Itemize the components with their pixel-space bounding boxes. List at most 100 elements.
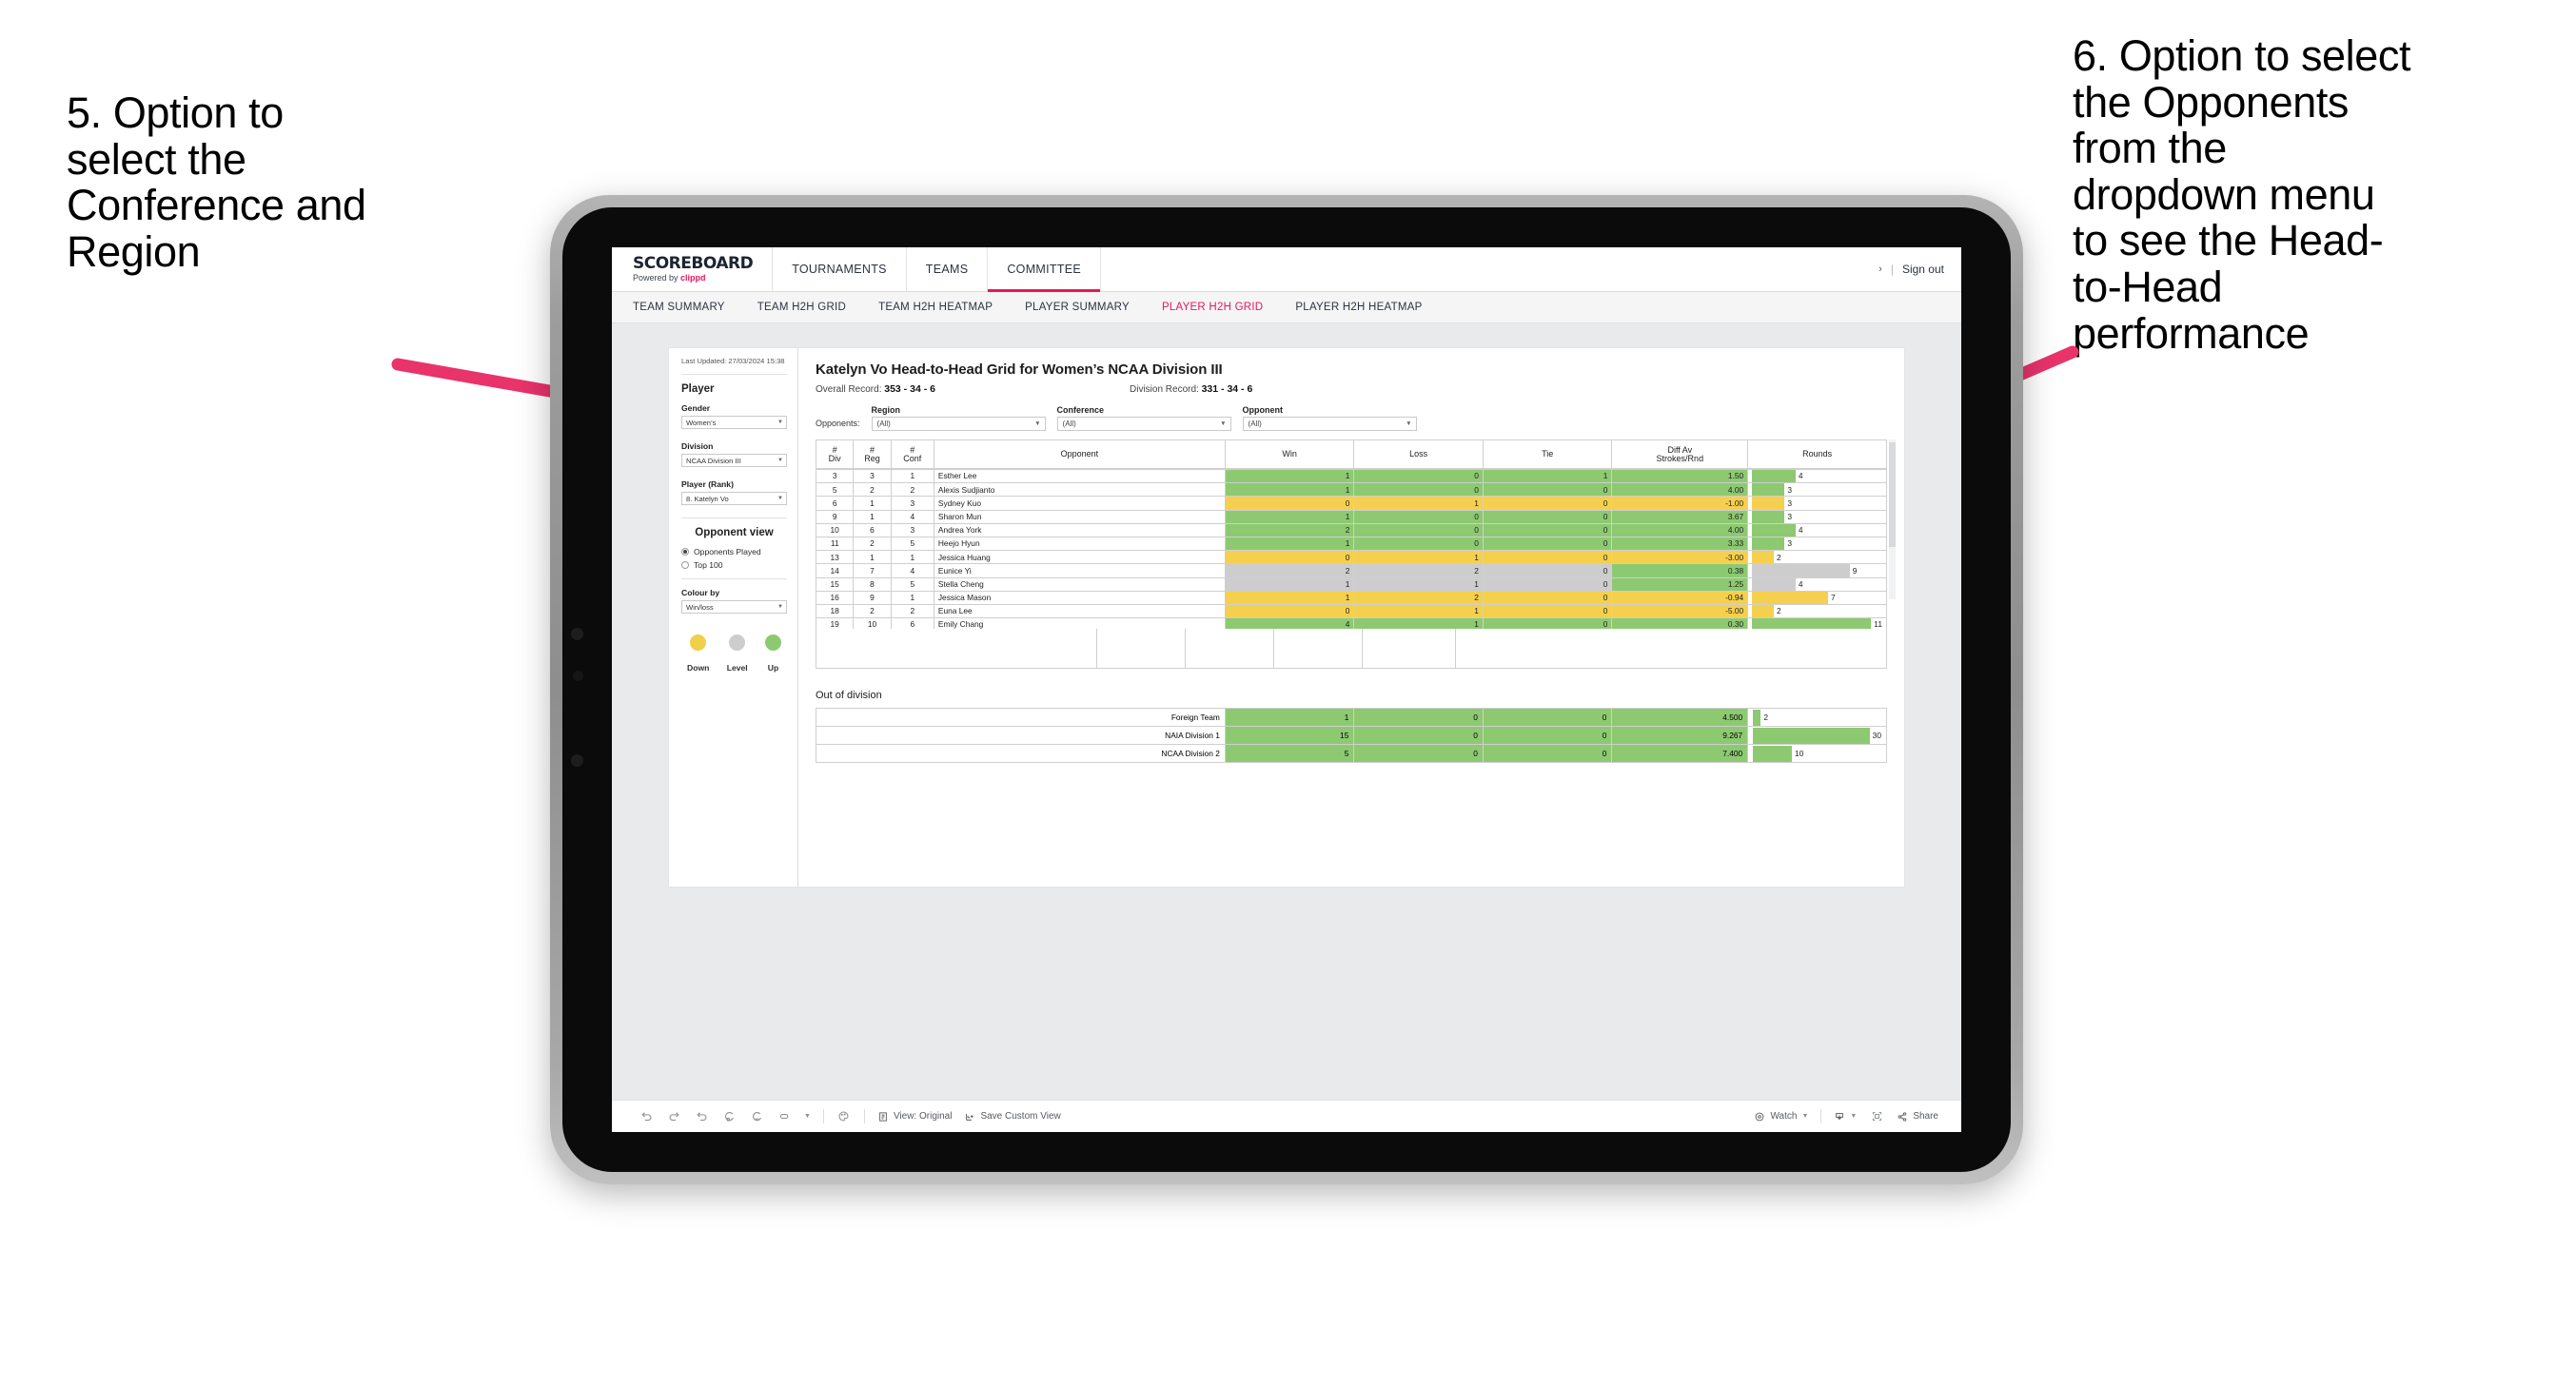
table-cell: 3: [890, 522, 934, 537]
table-cell: 4: [1224, 617, 1355, 629]
subnav-item-team-h2h-heatmap[interactable]: TEAM H2H HEATMAP: [878, 302, 993, 313]
out-of-division-cell: 9.267: [1611, 726, 1749, 745]
subnav-item-player-h2h-heatmap[interactable]: PLAYER H2H HEATMAP: [1295, 302, 1422, 313]
table-row[interactable]: 9 1 4 Sharon Mun 1 0 0 3.67 3: [816, 509, 1887, 524]
undo-icon[interactable]: [639, 1109, 654, 1124]
subnav-item-team-h2h-grid[interactable]: TEAM H2H GRID: [757, 302, 846, 313]
table-cell: 1: [1353, 496, 1484, 511]
top-navigation: SCOREBOARD Powered by clippd TOURNAMENTS…: [612, 247, 1961, 292]
tablet-camera-2: [571, 754, 583, 767]
table-header-cell[interactable]: # Reg: [853, 439, 892, 469]
subnav-item-player-summary[interactable]: PLAYER SUMMARY: [1025, 302, 1130, 313]
table-cell: Sydney Kuo: [933, 496, 1226, 511]
table-cell: 0: [1224, 496, 1355, 511]
table-cell: 1: [1224, 576, 1355, 592]
legend-down: Down: [687, 634, 709, 673]
table-cell: 0: [1353, 509, 1484, 524]
table-row[interactable]: 3 3 1 Esther Lee 1 0 1 1.50 4: [816, 469, 1887, 484]
gender-select[interactable]: Women’s ▼: [681, 416, 787, 430]
radio-top-100[interactable]: Top 100: [681, 560, 787, 570]
topnav-item-teams[interactable]: TEAMS: [907, 247, 989, 291]
pause-icon[interactable]: [749, 1109, 764, 1124]
out-of-division-row[interactable]: NCAA Division 2 5 0 0 7.400 10: [816, 744, 1887, 763]
table-row[interactable]: 14 7 4 Eunice Yi 2 2 0 0.38 9: [816, 563, 1887, 578]
subnav-item-player-h2h-grid[interactable]: PLAYER H2H GRID: [1162, 302, 1263, 313]
table-body-scroll-area[interactable]: 3 3 1 Esther Lee 1 0 1 1.50 4 5 2 2 Alexis Sudjianto…: [816, 469, 1887, 629]
page-title: Katelyn Vo Head-to-Head Grid for Women’s…: [816, 361, 1223, 378]
division-select[interactable]: NCAA Division III ▼: [681, 454, 787, 468]
chevron-down-icon[interactable]: ▼: [804, 1113, 811, 1120]
subnav-item-team-summary[interactable]: TEAM SUMMARY: [633, 302, 725, 313]
table-cell: 3: [816, 469, 855, 484]
table-cell: 0: [1482, 536, 1613, 552]
out-of-division-row[interactable]: NAIA Division 1 15 0 0 9.267 30: [816, 726, 1887, 745]
revert-icon[interactable]: [694, 1109, 709, 1124]
out-of-division-rounds-bar: 10: [1747, 744, 1887, 763]
table-cell: 1: [853, 496, 892, 511]
table-header-cell[interactable]: Win: [1224, 439, 1355, 469]
table-row[interactable]: 16 9 1 Jessica Mason 1 2 0 -0.94 7: [816, 590, 1887, 605]
palette-icon[interactable]: [836, 1109, 852, 1124]
table-row[interactable]: 18 2 2 Euna Lee 0 1 0 -5.00 2: [816, 603, 1887, 619]
filter-region-select[interactable]: (All) ▼: [871, 417, 1046, 431]
radio-opponents-played[interactable]: Opponents Played: [681, 547, 787, 556]
share-button[interactable]: Share: [1897, 1111, 1938, 1122]
chevron-right-icon[interactable]: ›: [1878, 264, 1882, 275]
table-cell: 2: [890, 482, 934, 498]
visualization-canvas: Last Updated: 27/03/2024 15:38 Player Ge…: [669, 348, 1904, 887]
out-of-division-title: Out of division: [816, 690, 882, 701]
shape-icon[interactable]: [777, 1109, 792, 1124]
table-header-cell[interactable]: Rounds: [1747, 439, 1887, 469]
table-cell: Jessica Huang: [933, 550, 1226, 565]
table-header-cell[interactable]: Diff Av Strokes/Rnd: [1611, 439, 1749, 469]
table-row[interactable]: 5 2 2 Alexis Sudjianto 1 0 0 4.00 3: [816, 482, 1887, 498]
table-header-cell[interactable]: Tie: [1482, 439, 1613, 469]
topnav-spacer: [1101, 247, 1878, 291]
sign-out-link[interactable]: Sign out: [1902, 263, 1944, 276]
table-cell: 2: [853, 603, 892, 619]
out-of-division-cell: 7.400: [1611, 744, 1749, 763]
out-of-division-cell: 4.500: [1611, 708, 1749, 727]
table-row[interactable]: 19 10 6 Emily Chang 4 1 0 0.30 11: [816, 617, 1887, 629]
table-cell: 6: [853, 522, 892, 537]
out-of-division-row[interactable]: Foreign Team 1 0 0 4.500 2: [816, 708, 1887, 727]
brand-powered-prefix: Powered by: [633, 273, 681, 283]
view-original-button[interactable]: View: Original: [877, 1111, 952, 1122]
fullscreen-icon[interactable]: [1869, 1109, 1884, 1124]
divider: [681, 578, 787, 580]
player-rank-select[interactable]: 8. Katelyn Vo ▼: [681, 492, 787, 506]
rounds-bar-cell: 3: [1747, 536, 1887, 552]
table-scrollbar-thumb[interactable]: [1889, 442, 1896, 547]
chevron-down-icon: ▼: [777, 420, 783, 426]
table-row[interactable]: 10 6 3 Andrea York 2 0 0 4.00 4: [816, 522, 1887, 537]
topnav-item-committee[interactable]: COMMITTEE: [988, 247, 1102, 292]
table-row[interactable]: 6 1 3 Sydney Kuo 0 1 0 -1.00 3: [816, 496, 1887, 511]
table-cell: 16: [816, 590, 855, 605]
table-header-cell[interactable]: # Div: [815, 439, 855, 469]
out-of-division-body: Foreign Team 1 0 0 4.500 2 NAIA Division 1 15 0 0…: [816, 708, 1887, 763]
watch-button[interactable]: Watch ▼: [1754, 1111, 1808, 1122]
save-custom-view-button[interactable]: Save Custom View: [964, 1111, 1061, 1122]
brand-logo[interactable]: SCOREBOARD Powered by clippd: [612, 247, 774, 291]
download-button[interactable]: ▼: [1834, 1111, 1857, 1122]
table-row[interactable]: 15 8 5 Stella Cheng 1 1 0 1.25 4: [816, 576, 1887, 592]
table-header-cell[interactable]: Opponent: [933, 439, 1226, 469]
out-of-division-cell: 0: [1353, 744, 1484, 763]
table-header-cell[interactable]: # Conf: [890, 439, 934, 469]
radio-unselected-icon: [681, 561, 689, 570]
table-cell: 0: [1482, 550, 1613, 565]
table-header-cell[interactable]: Loss: [1353, 439, 1484, 469]
table-row[interactable]: 13 1 1 Jessica Huang 0 1 0 -3.00 2: [816, 550, 1887, 565]
redo-icon[interactable]: [666, 1109, 681, 1124]
refresh-icon[interactable]: [721, 1109, 737, 1124]
colour-by-select[interactable]: Win/loss ▼: [681, 600, 787, 615]
chevron-down-icon: ▼: [1220, 420, 1227, 427]
table-row[interactable]: 11 2 5 Heejo Hyun 1 0 0 3.33 3: [816, 536, 1887, 552]
filter-opponent-select[interactable]: (All) ▼: [1242, 417, 1417, 431]
table-cell: 2: [853, 536, 892, 552]
filter-conference-select[interactable]: (All) ▼: [1056, 417, 1231, 431]
h2h-grid-header-table: # Div # Reg # Conf Opponent Win Loss Tie Diff Av St…: [815, 439, 1887, 469]
rounds-bar-cell: 7: [1747, 590, 1887, 605]
topnav-item-tournaments[interactable]: TOURNAMENTS: [773, 247, 907, 291]
share-label: Share: [1913, 1111, 1938, 1122]
